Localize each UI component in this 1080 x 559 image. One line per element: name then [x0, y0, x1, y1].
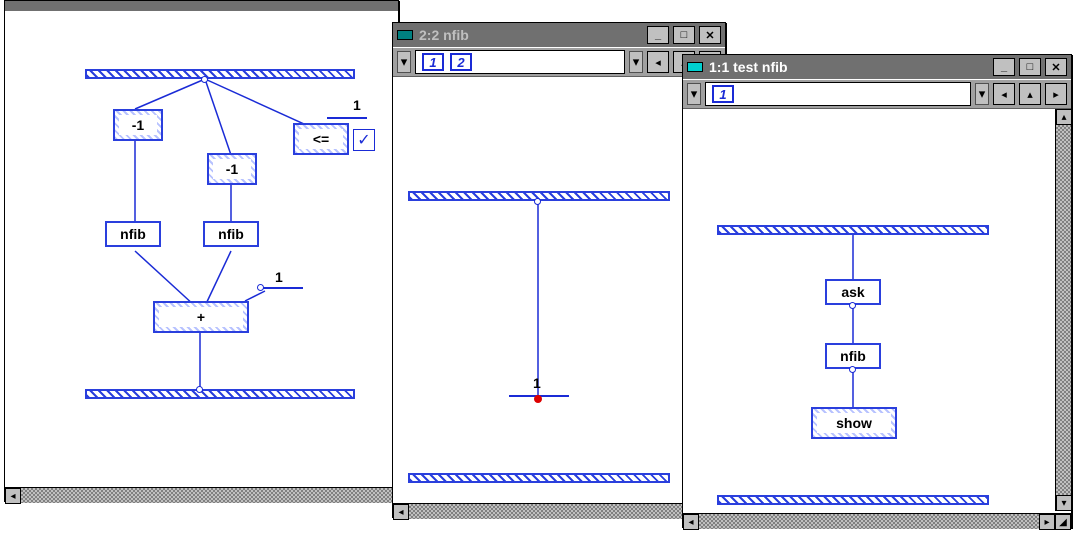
- titlebar-w3[interactable]: 1:1 test nfib _ □ ✕: [683, 55, 1071, 79]
- client-w3: ask nfib show: [683, 109, 1055, 513]
- maximize-button[interactable]: □: [673, 26, 695, 44]
- client-w1: -1 -1 <= ✓ nfib nfib: [5, 11, 398, 487]
- breakpoint-dot[interactable]: [534, 395, 542, 403]
- scroll-down-icon[interactable]: ▾: [1056, 495, 1072, 511]
- const-1-center: 1: [533, 375, 541, 391]
- nav-left-button[interactable]: ◂: [647, 51, 669, 73]
- window-icon: [687, 62, 703, 72]
- tool-chips-box: 1 2: [415, 50, 625, 74]
- scroll-left-icon[interactable]: ◂: [683, 514, 699, 530]
- tool-tab-right[interactable]: ▾: [629, 51, 643, 73]
- tool-chips-box: 1: [705, 82, 971, 106]
- output-bar: [717, 495, 989, 505]
- toolbar-w2: ▾ 1 2 ▾ ◂ ▴ ▸: [393, 47, 725, 77]
- nav-up-button[interactable]: ▴: [1019, 83, 1041, 105]
- canvas-w1[interactable]: -1 -1 <= ✓ nfib nfib: [5, 11, 398, 487]
- nav-left-button[interactable]: ◂: [993, 83, 1015, 105]
- chip-1[interactable]: 1: [422, 53, 444, 71]
- scrollbar-h-w2[interactable]: ◂: [393, 503, 725, 519]
- tool-tab-left[interactable]: ▾: [397, 51, 411, 73]
- scrollbar-v-w3[interactable]: ▴ ▾: [1055, 109, 1071, 511]
- window-nfib-2-2[interactable]: 2:2 nfib _ □ ✕ ▾ 1 2 ▾ ◂ ▴ ▸: [392, 22, 726, 518]
- scroll-right-icon[interactable]: ▸: [1039, 514, 1055, 530]
- node-nfib-left[interactable]: nfib: [105, 221, 161, 247]
- node-minus1-left[interactable]: -1: [113, 109, 163, 141]
- node-minus1-right[interactable]: -1: [207, 153, 257, 185]
- tool-tab-right[interactable]: ▾: [975, 83, 989, 105]
- chip-2[interactable]: 2: [450, 53, 472, 71]
- input-bar: [717, 225, 989, 235]
- close-button[interactable]: ✕: [1045, 58, 1067, 76]
- window-title: 2:2 nfib: [419, 27, 641, 43]
- titlebar-w2[interactable]: 2:2 nfib _ □ ✕: [393, 23, 725, 47]
- const-1-top: 1: [353, 97, 361, 113]
- maximize-button[interactable]: □: [1019, 58, 1041, 76]
- canvas-w3[interactable]: ask nfib show: [683, 109, 1055, 513]
- output-bar: [408, 473, 670, 483]
- node-plus[interactable]: +: [153, 301, 249, 333]
- window-icon: [397, 30, 413, 40]
- window-title: 1:1 test nfib: [709, 59, 987, 75]
- node-show[interactable]: show: [811, 407, 897, 439]
- minimize-button[interactable]: _: [647, 26, 669, 44]
- window-test-nfib[interactable]: 1:1 test nfib _ □ ✕ ▾ 1 ▾ ◂ ▴ ▸: [682, 54, 1072, 528]
- scrollbar-h-w1[interactable]: ◂: [5, 487, 398, 503]
- node-le[interactable]: <=: [293, 123, 349, 155]
- canvas-w2[interactable]: 1: [393, 77, 725, 503]
- titlebar-w1[interactable]: [5, 1, 398, 11]
- output-bar: [85, 389, 355, 399]
- scrollbar-h-w3[interactable]: ◂ ▸ ◢: [683, 513, 1071, 529]
- scroll-up-icon[interactable]: ▴: [1056, 109, 1072, 125]
- const-1-mid: 1: [275, 269, 283, 285]
- node-nfib-right[interactable]: nfib: [203, 221, 259, 247]
- client-w2: 1: [393, 77, 725, 503]
- close-button[interactable]: ✕: [699, 26, 721, 44]
- chip-1[interactable]: 1: [712, 85, 734, 103]
- scroll-left-icon[interactable]: ◂: [5, 488, 21, 504]
- window-nfib-graph-left[interactable]: -1 -1 <= ✓ nfib nfib: [4, 0, 399, 502]
- minimize-button[interactable]: _: [993, 58, 1015, 76]
- tool-tab-left[interactable]: ▾: [687, 83, 701, 105]
- input-bar: [85, 69, 355, 79]
- nav-right-button[interactable]: ▸: [1045, 83, 1067, 105]
- scroll-left-icon[interactable]: ◂: [393, 504, 409, 520]
- resize-grip[interactable]: ◢: [1055, 514, 1071, 530]
- toolbar-w3: ▾ 1 ▾ ◂ ▴ ▸: [683, 79, 1071, 109]
- check-button[interactable]: ✓: [353, 129, 375, 151]
